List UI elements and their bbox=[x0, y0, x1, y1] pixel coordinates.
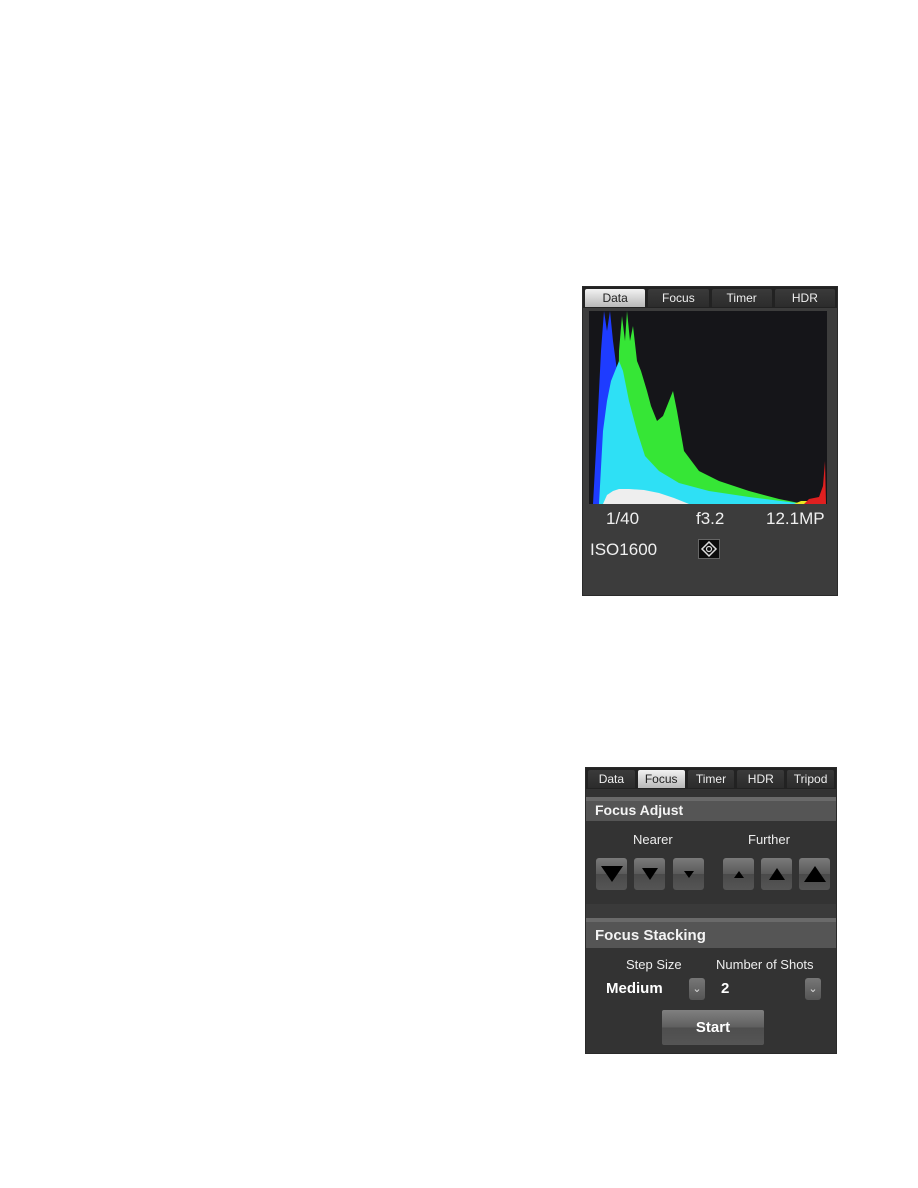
focus-nearer-small-button[interactable] bbox=[673, 858, 704, 890]
tab-timer[interactable]: Timer bbox=[711, 289, 772, 307]
aperture: f3.2 bbox=[696, 509, 725, 528]
triangle-up-small-icon bbox=[733, 870, 744, 878]
further-label: Further bbox=[748, 832, 790, 847]
number-of-shots-value: 2 bbox=[721, 980, 730, 997]
focus-stacking-header: Focus Stacking bbox=[586, 918, 836, 948]
tab-hdr[interactable]: HDR bbox=[774, 289, 835, 307]
tab-data[interactable]: Data bbox=[588, 770, 635, 788]
number-of-shots-label: Number of Shots bbox=[716, 957, 814, 972]
tab-focus[interactable]: Focus bbox=[637, 770, 685, 788]
resolution: 12.1MP bbox=[766, 509, 825, 528]
iso: ISO1600 bbox=[590, 540, 658, 559]
shutter-speed: 1/40 bbox=[606, 509, 640, 528]
nearer-label: Nearer bbox=[633, 832, 673, 847]
focus-further-medium-button[interactable] bbox=[761, 858, 792, 890]
step-size-label: Step Size bbox=[626, 957, 682, 972]
focus-further-small-button[interactable] bbox=[723, 858, 754, 890]
step-size-dropdown[interactable]: ⌄ bbox=[689, 978, 705, 1000]
tab-bar: Data Focus Timer HDR bbox=[583, 287, 837, 308]
histogram-red-channel bbox=[804, 461, 826, 504]
focus-panel: Data Focus Timer HDR Tripod Focus Adjust… bbox=[585, 767, 837, 1054]
focus-nearer-medium-button[interactable] bbox=[634, 858, 665, 890]
triangle-up-medium-icon bbox=[768, 868, 785, 880]
start-button[interactable]: Start bbox=[662, 1010, 764, 1045]
focus-point-icon bbox=[698, 539, 720, 559]
focus-further-large-button[interactable] bbox=[799, 858, 830, 890]
triangle-up-large-icon bbox=[803, 866, 826, 882]
tab-timer[interactable]: Timer bbox=[687, 770, 735, 788]
tab-bar: Data Focus Timer HDR Tripod bbox=[586, 768, 836, 789]
tab-hdr[interactable]: HDR bbox=[737, 770, 785, 788]
triangle-down-medium-icon bbox=[641, 868, 658, 880]
histogram bbox=[589, 311, 827, 504]
tab-focus[interactable]: Focus bbox=[648, 289, 709, 307]
triangle-down-small-icon bbox=[683, 870, 694, 878]
triangle-down-large-icon bbox=[600, 866, 623, 882]
tab-data[interactable]: Data bbox=[585, 289, 646, 307]
number-of-shots-dropdown[interactable]: ⌄ bbox=[805, 978, 821, 1000]
tab-tripod[interactable]: Tripod bbox=[787, 770, 834, 788]
step-size-value: Medium bbox=[606, 980, 663, 997]
focus-adjust-header: Focus Adjust bbox=[586, 797, 836, 821]
camera-data-panel: Data Focus Timer HDR 1/40 f3.2 12.1MP IS… bbox=[582, 286, 838, 596]
focus-nearer-large-button[interactable] bbox=[596, 858, 627, 890]
section-divider bbox=[586, 904, 836, 918]
